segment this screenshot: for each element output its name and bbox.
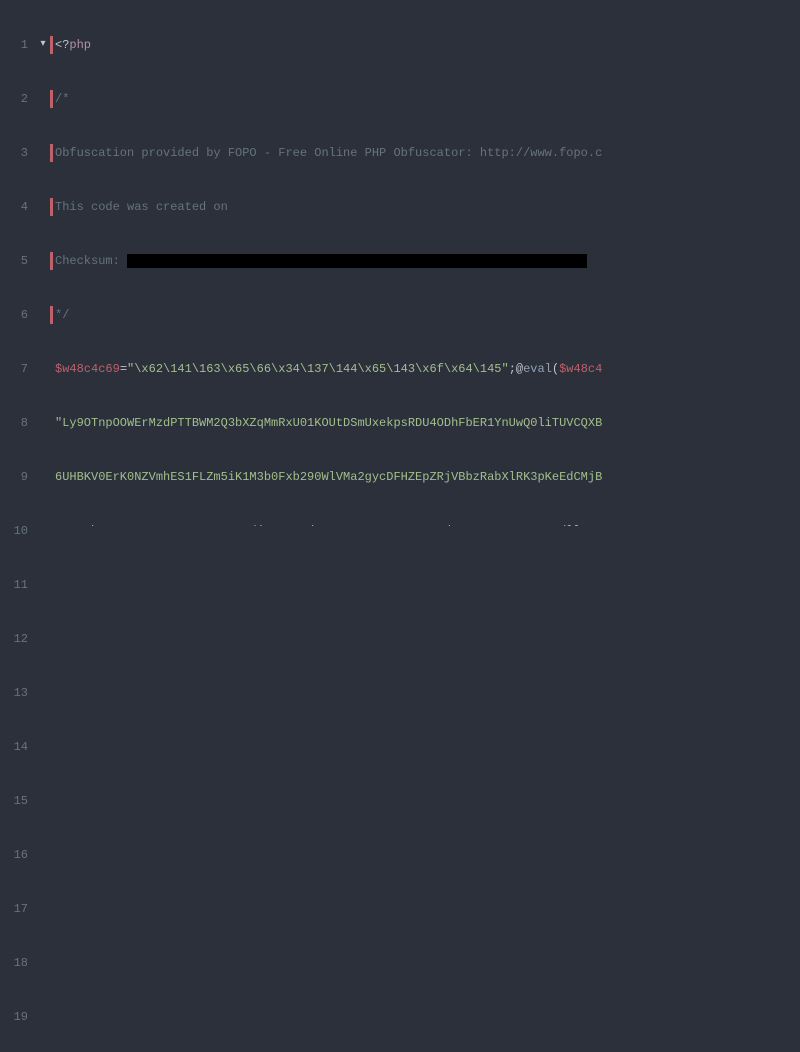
fold-toggle-icon[interactable]: ▾ bbox=[36, 36, 50, 54]
code-line: <?php bbox=[55, 36, 610, 54]
code-area[interactable]: <?php /* Obfuscation provided by FOPO - … bbox=[53, 0, 610, 526]
code-line: /* bbox=[55, 90, 610, 108]
code-line: 6UHBKV0ErK0NZVmhES1FLZm5iK1M3b0Fxb290WlV… bbox=[55, 468, 610, 486]
fold-column: ▾ bbox=[36, 0, 50, 526]
code-line: $w48c4c69="\x62\141\163\x65\66\x34\137\1… bbox=[55, 360, 610, 378]
code-line: Checksum: bbox=[55, 252, 610, 270]
redacted-checksum bbox=[127, 254, 587, 268]
line-number-gutter: 1 2 3 4 5 6 7 8 9 10 11 12 13 14 15 16 1… bbox=[0, 0, 36, 526]
code-line: */ bbox=[55, 306, 610, 324]
code-editor[interactable]: 1 2 3 4 5 6 7 8 9 10 11 12 13 14 15 16 1… bbox=[0, 0, 800, 526]
code-line: This code was created on bbox=[55, 198, 610, 216]
code-line: "Ly9OTnpOOWErMzdPTTBWM2Q3bXZqMmRxU01KOUt… bbox=[55, 414, 610, 432]
code-line: Obfuscation provided by FOPO - Free Onli… bbox=[55, 144, 610, 162]
code-line: SU3NRbWRyOGUxUXN3UmFBemNFYUdjWU9LMXdtMXV… bbox=[55, 522, 610, 526]
